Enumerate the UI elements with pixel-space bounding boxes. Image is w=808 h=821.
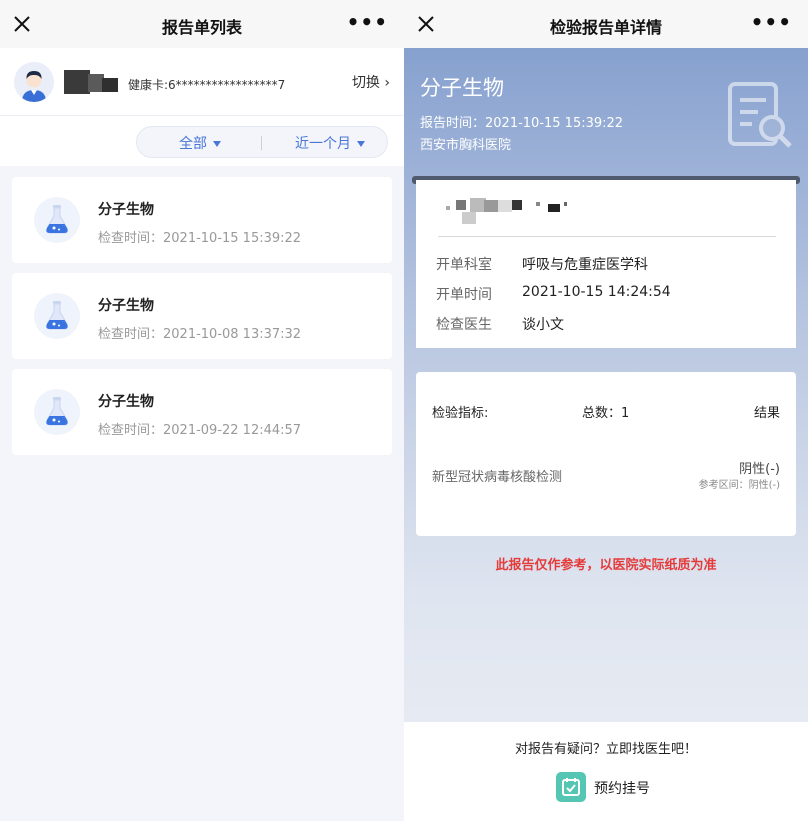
dropdown-arrow-icon (357, 141, 365, 147)
report-list-screen: 报告单列表 ••• 健康卡:6*****************7 切换 › 全… (0, 0, 404, 821)
avatar (14, 62, 54, 102)
patient-name-redacted (438, 196, 578, 226)
right-navbar: 检验报告单详情 ••• (404, 0, 808, 48)
dropdown-arrow-icon (213, 141, 221, 147)
divider (438, 236, 776, 237)
results-header-index: 检验指标: (432, 406, 489, 421)
report-title: 分子生物 (98, 298, 154, 314)
report-title: 分子生物 (98, 202, 154, 218)
report-detail-screen: 检验报告单详情 ••• 分子生物 报告时间：2021-10-15 15:39:2… (404, 0, 808, 821)
report-title: 分子生物 (98, 394, 154, 410)
test-item-value: 阴性(-) (739, 462, 780, 477)
filter-area: 全部 近一个月 (0, 116, 404, 166)
disclaimer-text: 此报告仅作参考，以医院实际纸质为准 (495, 558, 717, 573)
test-item-reference: 参考区间：阴性(-) (698, 480, 780, 491)
info-value: 2021-10-15 14:24:54 (522, 284, 671, 300)
report-time: 检查时间：2021-10-08 13:37:32 (98, 327, 302, 342)
patient-info-card: 开单科室 呼吸与危重症医学科 开单时间 2021-10-15 14:24:54 … (416, 180, 796, 348)
time-range-filter[interactable]: 近一个月 (295, 133, 365, 153)
page-title: 报告单列表 (161, 18, 242, 37)
report-time: 检查时间：2021-10-15 15:39:22 (98, 231, 302, 246)
report-card[interactable]: 分子生物 检查时间：2021-10-08 13:37:32 (12, 273, 392, 359)
test-item-name: 新型冠状病毒核酸检测 (432, 470, 563, 485)
info-label: 开单时间 (436, 287, 492, 303)
results-header-total: 总数：1 (582, 406, 630, 421)
more-icon[interactable]: ••• (751, 10, 792, 34)
page-title: 检验报告单详情 (549, 18, 662, 37)
results-header-result: 结果 (753, 406, 780, 421)
info-label: 开单科室 (436, 257, 492, 273)
health-card-number: 健康卡:6*****************7 (128, 78, 286, 92)
category-filter[interactable]: 全部 (179, 133, 221, 153)
bottom-action-area: 对报告有疑问？立即找医生吧！ 预约挂号 (404, 722, 808, 821)
user-bar: 健康卡:6*****************7 切换 › (0, 48, 404, 116)
left-navbar: 报告单列表 ••• (0, 0, 404, 48)
more-icon[interactable]: ••• (347, 10, 388, 34)
report-category-title: 分子生物 (420, 76, 504, 100)
time-range-filter-label: 近一个月 (295, 136, 351, 152)
test-results-card: 检验指标: 总数：1 结果 新型冠状病毒核酸检测 阴性(-) 参考区间：阴性(-… (416, 372, 796, 536)
report-card[interactable]: 分子生物 检查时间：2021-10-15 15:39:22 (12, 177, 392, 263)
calendar-icon (556, 772, 586, 802)
category-filter-label: 全部 (179, 136, 207, 152)
info-label: 检查医生 (436, 317, 492, 333)
book-appointment-label: 预约挂号 (594, 781, 650, 797)
user-name-redacted (64, 68, 118, 94)
info-value: 呼吸与危重症医学科 (522, 257, 648, 273)
document-search-icon (724, 80, 796, 152)
flask-icon (34, 197, 80, 243)
report-time: 报告时间：2021-10-15 15:39:22 (420, 116, 624, 131)
flask-icon (34, 389, 80, 435)
filter-bar: 全部 近一个月 (136, 126, 388, 158)
switch-button[interactable]: 切换 › (352, 72, 390, 92)
report-card[interactable]: 分子生物 检查时间：2021-09-22 12:44:57 (12, 369, 392, 455)
hospital-name: 西安市胸科医院 (420, 138, 512, 153)
report-time: 检查时间：2021-09-22 12:44:57 (98, 423, 302, 438)
flask-icon (34, 293, 80, 339)
question-prompt: 对报告有疑问？立即找医生吧！ (514, 742, 697, 757)
filter-divider (261, 136, 262, 150)
info-value: 谈小文 (522, 317, 564, 333)
